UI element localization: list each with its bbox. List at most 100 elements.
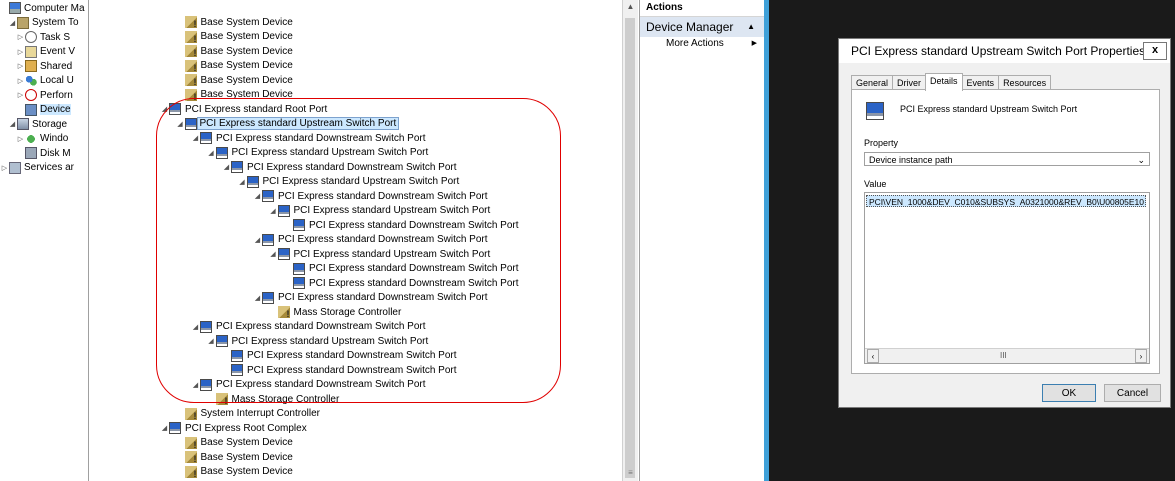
tab-details[interactable]: Details [925,73,963,91]
collapsed-arrow-icon[interactable]: ▷ [0,164,9,172]
device-tree-row[interactable]: ◢ PCI Express Root Complex [160,421,308,435]
scroll-right-icon[interactable]: › [1135,349,1147,363]
expanded-arrow-icon[interactable]: ◢ [191,134,200,142]
device-tree-row[interactable]: Base System Device [176,465,294,479]
collapsed-arrow-icon[interactable]: ▷ [16,62,25,70]
scroll-grip-icon[interactable]: III [1000,349,1007,363]
device-tree-row[interactable]: ◢ PCI Express standard Root Port [160,102,328,116]
device-tree-row[interactable]: Mass Storage Controller [207,392,341,406]
nav-item[interactable]: ▷ Services ar [0,161,74,175]
nav-item[interactable]: ▷ Task S [16,30,70,44]
pci-device-icon [200,320,212,333]
expanded-arrow-icon[interactable]: ◢ [222,163,231,171]
more-actions-item[interactable]: More Actions ▶ [640,37,765,51]
expanded-arrow-icon[interactable]: ◢ [253,236,262,244]
expanded-arrow-icon[interactable]: ◢ [253,294,262,302]
expanded-arrow-icon[interactable]: ◢ [8,19,17,27]
device-tree-row[interactable]: System Interrupt Controller [176,407,322,421]
device-tree-row[interactable]: PCI Express standard Downstream Switch P… [222,349,458,363]
pci-device-icon [246,175,259,188]
nav-item[interactable]: ▷ Shared [16,59,72,73]
expanded-arrow-icon[interactable]: ◢ [8,120,17,128]
scroll-thumb[interactable] [625,18,635,478]
actions-section-device-manager[interactable]: Device Manager ▲ [640,17,765,37]
device-tree-row[interactable]: Mass Storage Controller [269,305,403,319]
device-tree-row[interactable]: ◢ PCI Express standard Upstream Switch Po… [176,117,400,131]
device-tree-row[interactable]: Base System Device [176,15,294,29]
dialog-titlebar[interactable]: PCI Express standard Upstream Switch Por… [839,39,1170,63]
expanded-arrow-icon[interactable]: ◢ [269,250,278,258]
device-tree-row[interactable]: PCI Express standard Downstream Switch P… [284,262,520,276]
nav-item[interactable]: Computer Ma [0,1,85,15]
device-tree-row[interactable]: ◢ PCI Express standard Downstream Switch … [191,131,427,145]
expanded-arrow-icon[interactable]: ◢ [191,323,200,331]
device-tree-row[interactable]: Base System Device [176,450,294,464]
expanded-arrow-icon[interactable]: ◢ [269,207,278,215]
expanded-arrow-icon[interactable]: ◢ [207,149,216,157]
tab-events[interactable]: Events [961,75,1000,90]
device-tree-row[interactable]: ◢ PCI Express standard Downstream Switch … [253,291,489,305]
nav-item[interactable]: ▷ Perforn [16,88,73,102]
value-hscrollbar[interactable]: ‹ III › [865,348,1149,363]
expanded-arrow-icon[interactable]: ◢ [160,105,169,113]
value-item[interactable]: PCI\VEN_1000&DEV_C010&SUBSYS_A0321000&RE… [866,195,1146,207]
expanded-arrow-icon[interactable]: ◢ [207,337,216,345]
property-dropdown[interactable]: Device instance path ⌄ [864,152,1150,166]
pci-device-icon [200,378,212,391]
nav-item[interactable]: ▷ Local U [16,74,74,88]
nav-item[interactable]: ◢ Storage [8,117,67,131]
device-tree-row[interactable]: ◢ PCI Express standard Downstream Switch … [191,320,427,334]
close-button[interactable]: x [1143,42,1167,60]
device-tree-row[interactable]: Base System Device [176,88,294,102]
device-tree-scrollbar[interactable]: ▲ ≡ [622,0,638,481]
device-tree-row[interactable]: ◢ PCI Express standard Downstream Switch … [253,189,489,203]
pci-device-icon [293,277,305,289]
nav-item-label: Services ar [24,162,75,173]
value-listbox[interactable]: PCI\VEN_1000&DEV_C010&SUBSYS_A0321000&RE… [864,192,1150,364]
nav-item[interactable]: Device [16,103,71,117]
pci-device-icon [262,291,274,304]
expanded-arrow-icon[interactable]: ◢ [238,178,247,186]
device-tree-row[interactable]: ◢ PCI Express standard Upstream Switch Po… [269,247,492,261]
collapsed-arrow-icon[interactable]: ▷ [16,48,25,56]
collapsed-arrow-icon[interactable]: ▷ [16,135,25,143]
nav-item-label: Disk M [40,147,71,159]
device-tree-row[interactable]: PCI Express standard Downstream Switch P… [284,218,520,232]
collapsed-arrow-icon[interactable]: ▷ [16,77,25,85]
device-tree-row[interactable]: ◢ PCI Express standard Upstream Switch Po… [269,204,492,218]
expanded-arrow-icon[interactable]: ◢ [191,381,200,389]
device-tree-row[interactable]: ◢ PCI Express standard Upstream Switch Po… [207,334,430,348]
scroll-up-icon[interactable]: ▲ [623,2,638,16]
tab-resources[interactable]: Resources [998,75,1052,90]
chevron-down-icon[interactable]: ⌄ [1137,153,1145,167]
ok-button[interactable]: OK [1042,384,1096,402]
device-tree-row[interactable]: ◢ PCI Express standard Upstream Switch Po… [238,175,461,189]
device-tree-row[interactable]: PCI Express standard Downstream Switch P… [222,363,458,377]
device-tree-row[interactable]: PCI Express standard Downstream Switch P… [284,276,520,290]
expanded-arrow-icon[interactable]: ◢ [176,120,185,128]
device-tree-row[interactable]: ◢ PCI Express standard Downstream Switch … [222,160,458,174]
device-tree-row[interactable]: ◢ PCI Express standard Upstream Switch Po… [207,146,430,160]
cancel-button[interactable]: Cancel [1104,384,1161,402]
collapsed-arrow-icon[interactable]: ▷ [16,91,25,99]
device-tree-row[interactable]: ◢ PCI Express standard Downstream Switch … [191,378,427,392]
tab-general[interactable]: General [851,75,894,90]
expanded-arrow-icon[interactable]: ◢ [160,424,169,432]
warning-device-icon [184,30,197,44]
collapse-up-icon[interactable]: ▲ [747,17,755,37]
device-tree-row[interactable]: Base System Device [176,44,294,58]
nav-item[interactable]: ▷ Windo [16,132,68,146]
device-tree-row[interactable]: Base System Device [176,436,294,450]
device-label: PCI Express standard Downstream Switch P… [216,379,426,390]
nav-item[interactable]: Disk M [16,146,71,160]
tab-driver[interactable]: Driver [892,75,927,90]
device-tree-row[interactable]: Base System Device [176,73,294,87]
nav-item[interactable]: ▷ Event V [16,45,75,59]
scroll-left-icon[interactable]: ‹ [867,349,879,363]
device-tree-row[interactable]: Base System Device [176,30,294,44]
collapsed-arrow-icon[interactable]: ▷ [16,33,25,41]
expanded-arrow-icon[interactable]: ◢ [253,192,262,200]
device-tree-row[interactable]: Base System Device [176,59,294,73]
nav-item[interactable]: ◢ System To [8,16,79,30]
device-tree-row[interactable]: ◢ PCI Express standard Downstream Switch … [253,233,489,247]
